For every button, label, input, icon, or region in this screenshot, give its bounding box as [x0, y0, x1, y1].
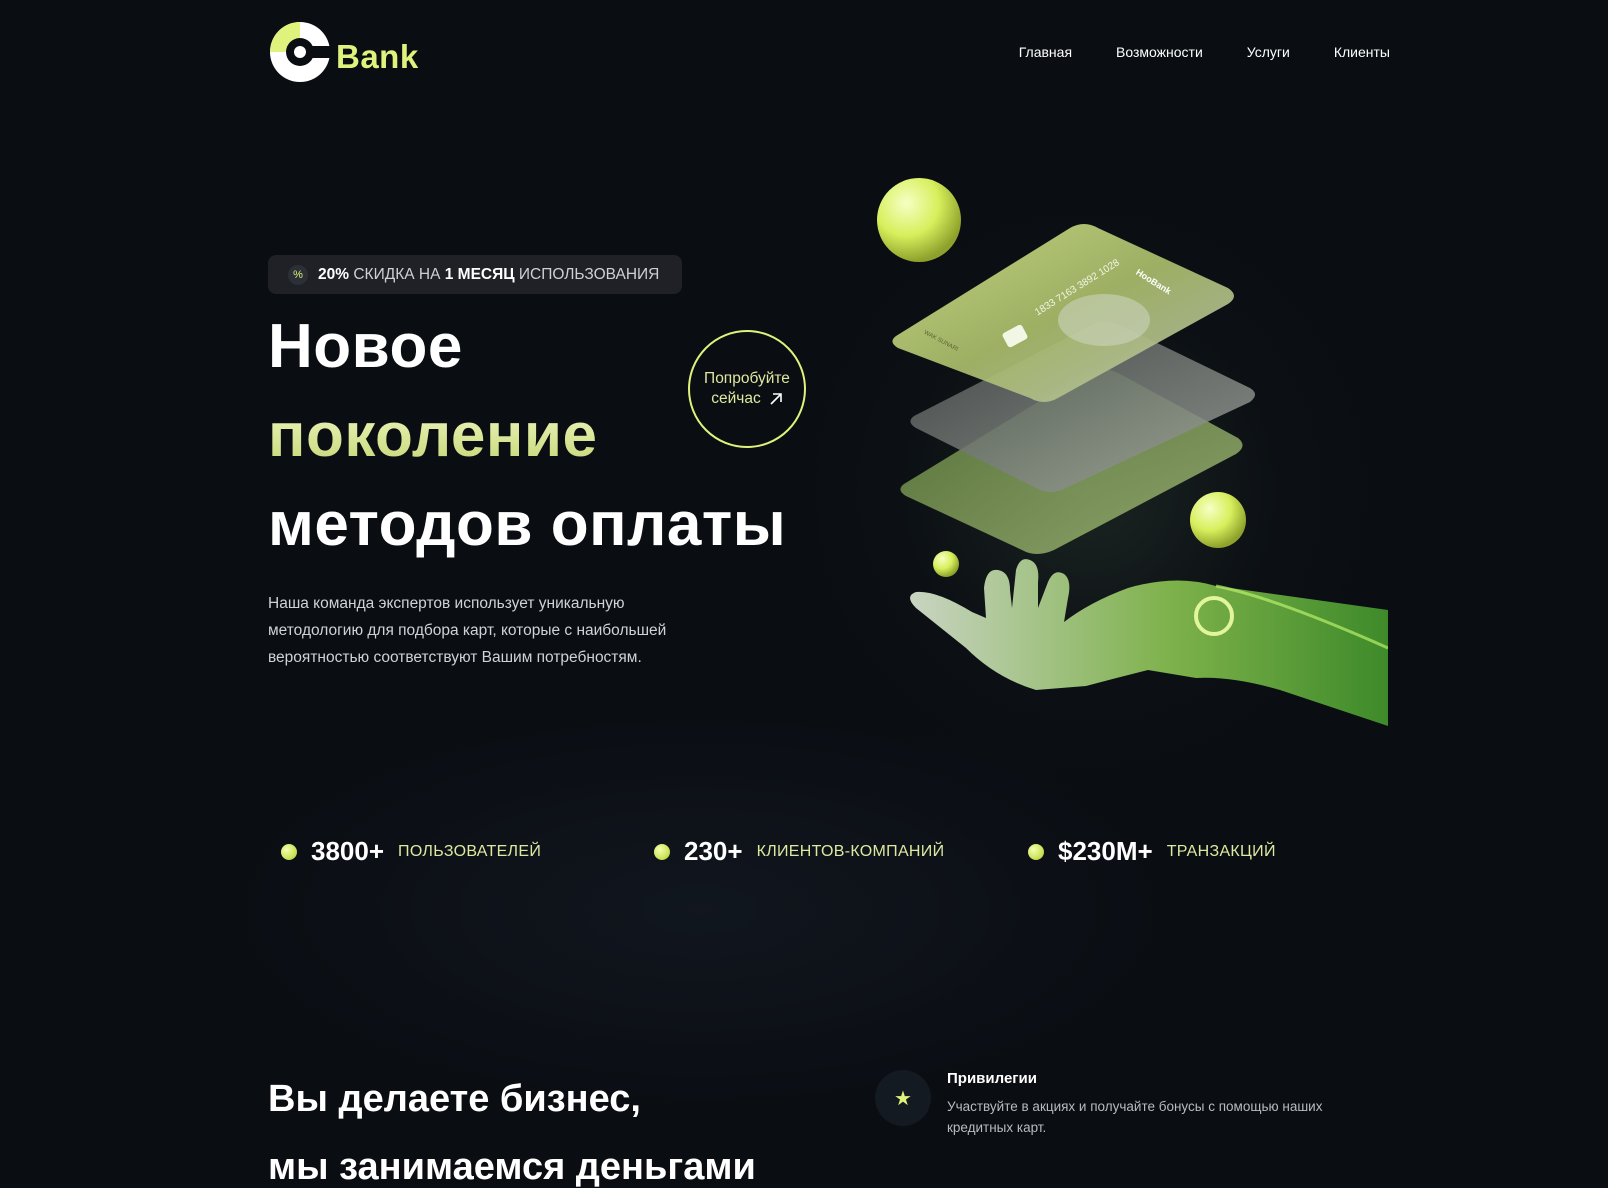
stat-dot-icon [654, 843, 670, 860]
sphere-small [933, 551, 959, 577]
stat-users-label: ПОЛЬЗОВАТЕЛЕЙ [398, 842, 542, 860]
try-now-button[interactable]: Попробуйте сейчас [688, 330, 806, 448]
stat-clients: 230+ КЛИЕНТОВ-КОМПАНИЙ [654, 836, 944, 867]
promo-text-1: СКИДКА НА [353, 265, 441, 283]
stat-transactions-label: ТРАНЗАКЦИЙ [1166, 842, 1276, 860]
sphere-large [877, 178, 961, 262]
percent-icon: % [288, 264, 308, 285]
sphere-medium [1190, 492, 1246, 548]
promo-period: 1 МЕСЯЦ [444, 265, 515, 283]
promo-discount: 20% [318, 265, 350, 283]
hero-illustration: 1833 7163 3892 1028 HooBank WAK SUNARI [877, 178, 1388, 726]
promo-badge: % 20% СКИДКА НА 1 МЕСЯЦ ИСПОЛЬЗОВАНИЯ [268, 255, 682, 294]
feature-title: Привилегии [947, 1070, 1037, 1087]
hero-title-line-3: методов оплаты [268, 490, 787, 559]
cta-label-2: сейчас [711, 390, 761, 407]
card-top-sensor [1058, 294, 1150, 346]
stat-transactions-value: $230M+ [1058, 836, 1153, 866]
business-title-line-1: Вы делаете бизнес, [268, 1078, 641, 1120]
nav-link-clients[interactable]: Клиенты [1334, 44, 1390, 60]
stat-clients-label: КЛИЕНТОВ-КОМПАНИЙ [756, 842, 945, 860]
feature-description: Участвуйте в акциях и получайте бонусы с… [947, 1099, 1323, 1135]
robot-arm [910, 559, 1388, 726]
stat-transactions: $230M+ ТРАНЗАКЦИЙ [1028, 836, 1276, 867]
hero-title-line-2: поколение [268, 401, 598, 470]
stat-dot-icon [1028, 843, 1044, 860]
feature-privileges: ★ Привилегии Участвуйте в акциях и получ… [875, 1070, 1347, 1138]
stat-users-value: 3800+ [311, 836, 385, 866]
star-icon: ★ [875, 1070, 931, 1126]
arrow-up-right-icon [770, 393, 782, 405]
logo-icon [270, 22, 332, 82]
nav-link-features[interactable]: Возможности [1116, 44, 1203, 60]
stats-glow [200, 700, 1200, 1120]
nav-link-services[interactable]: Услуги [1247, 44, 1290, 60]
stat-dot-icon [281, 843, 297, 860]
logo[interactable]: Bank [268, 20, 419, 84]
nav-link-home[interactable]: Главная [1019, 44, 1072, 60]
business-title-line-2: мы занимаемся деньгами [268, 1146, 756, 1188]
logo-text: Bank [336, 38, 419, 75]
promo-text-2: ИСПОЛЬЗОВАНИЯ [518, 265, 660, 283]
stat-clients-value: 230+ [684, 836, 743, 866]
main-nav: Главная Возможности Услуги Клиенты [1019, 44, 1390, 60]
promo-text: 20% СКИДКА НА 1 МЕСЯЦ ИСПОЛЬЗОВАНИЯ [318, 266, 659, 284]
cta-label-1: Попробуйте [704, 370, 790, 387]
hero-title-line-1: Новое [268, 312, 463, 381]
hero-description: Наша команда экспертов использует уникал… [268, 595, 667, 666]
stat-users: 3800+ ПОЛЬЗОВАТЕЛЕЙ [281, 836, 541, 867]
